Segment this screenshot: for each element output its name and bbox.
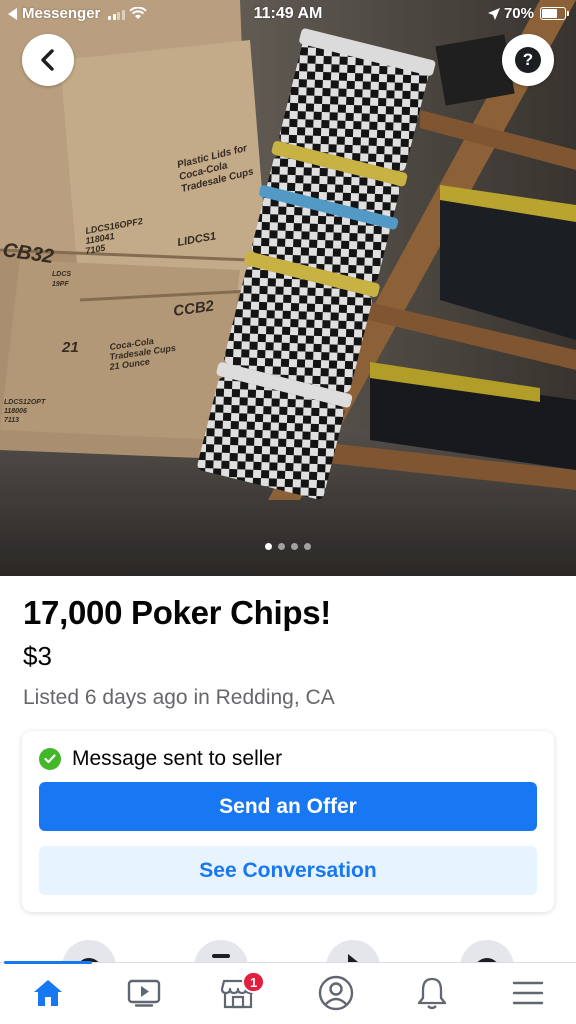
help-button[interactable]: ? bbox=[502, 34, 554, 86]
tab-profile[interactable] bbox=[306, 971, 366, 1015]
message-sent-status: Message sent to seller bbox=[39, 747, 282, 771]
message-card: Message sent to seller Send an Offer See… bbox=[22, 731, 554, 912]
listing-meta: Listed 6 days ago in Redding, CA bbox=[23, 686, 335, 709]
menu-icon bbox=[512, 981, 544, 1005]
tab-home[interactable] bbox=[18, 971, 78, 1015]
tab-menu[interactable] bbox=[498, 971, 558, 1015]
marketplace-listing-screen: Plastic Lids for Coca-Cola Tradesale Cup… bbox=[0, 0, 576, 1024]
pagination-dot[interactable] bbox=[265, 543, 272, 550]
location-arrow-icon bbox=[487, 7, 500, 20]
message-sent-text: Message sent to seller bbox=[72, 747, 283, 770]
pagination-dot[interactable] bbox=[278, 543, 285, 550]
pagination-dot[interactable] bbox=[291, 543, 298, 550]
tab-watch[interactable] bbox=[114, 971, 174, 1015]
home-icon bbox=[34, 980, 62, 1006]
question-mark-icon: ? bbox=[515, 47, 541, 73]
tab-marketplace[interactable]: 1 bbox=[208, 971, 268, 1015]
battery-icon bbox=[540, 7, 569, 20]
listing-title: 17,000 Poker Chips! bbox=[23, 594, 331, 631]
listing-photo[interactable]: Plastic Lids for Coca-Cola Tradesale Cup… bbox=[0, 0, 576, 576]
video-icon bbox=[127, 979, 161, 1007]
battery-level bbox=[542, 9, 557, 18]
back-button[interactable] bbox=[22, 34, 74, 86]
photo-pagination-dots[interactable] bbox=[0, 543, 576, 550]
profile-icon bbox=[318, 975, 354, 1011]
battery-percent: 70% bbox=[503, 5, 534, 22]
active-tab-indicator bbox=[4, 961, 92, 964]
action-circle-2[interactable] bbox=[194, 940, 248, 964]
listing-photo-scene: Plastic Lids for Coca-Cola Tradesale Cup… bbox=[0, 0, 576, 576]
listing-price: $3 bbox=[23, 641, 52, 671]
send-offer-button[interactable]: Send an Offer bbox=[39, 782, 537, 831]
chevron-left-icon bbox=[41, 49, 54, 71]
action-2-icon bbox=[212, 954, 230, 958]
tab-notifications[interactable] bbox=[402, 971, 462, 1015]
bell-icon bbox=[417, 977, 447, 1010]
marketplace-notification-badge: 1 bbox=[242, 971, 266, 993]
checkmark-circle-icon bbox=[39, 748, 61, 770]
status-bar: Messenger 11:49 AM 70% bbox=[0, 0, 576, 30]
action-circle-3[interactable] bbox=[326, 940, 380, 964]
bottom-tab-bar: 1 bbox=[0, 961, 576, 1024]
see-conversation-button[interactable]: See Conversation bbox=[39, 846, 537, 895]
pagination-dot[interactable] bbox=[304, 543, 311, 550]
action-circle-4[interactable] bbox=[460, 940, 514, 964]
